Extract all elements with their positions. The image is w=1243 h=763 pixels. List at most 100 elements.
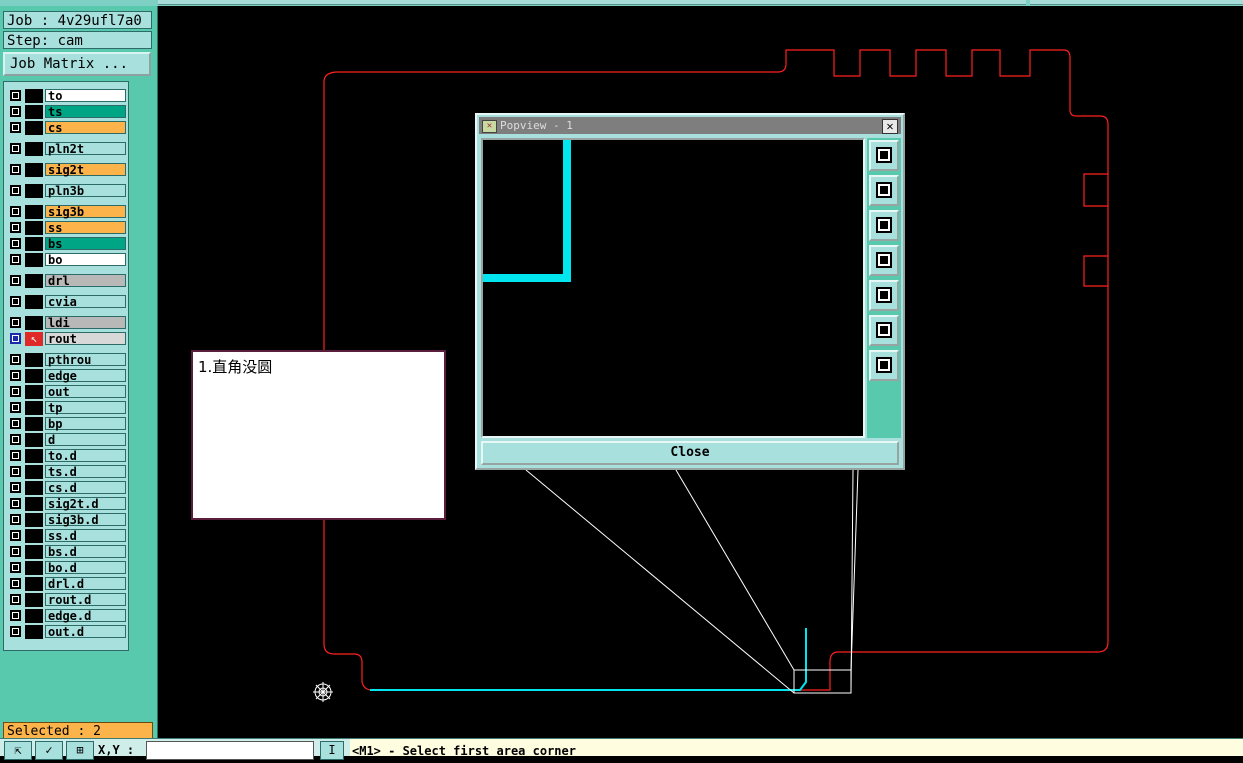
layer-name[interactable]: pln2t xyxy=(45,142,126,156)
layer-name[interactable]: out xyxy=(45,385,126,399)
layer-row-to-d[interactable]: to.d xyxy=(7,449,127,463)
layer-affect-box[interactable] xyxy=(25,221,43,235)
layer-row-sig3b[interactable]: sig3b xyxy=(7,205,127,219)
layer-checkbox[interactable] xyxy=(10,546,21,557)
layer-affect-box[interactable] xyxy=(25,253,43,267)
layer-name[interactable]: out.d xyxy=(45,625,126,639)
layer-affect-box[interactable] xyxy=(25,545,43,559)
layer-row-ss-d[interactable]: ss.d xyxy=(7,529,127,543)
layer-row-tp[interactable]: tp xyxy=(7,401,127,415)
layer-row-ss[interactable]: ss xyxy=(7,221,127,235)
layer-row-bo-d[interactable]: bo.d xyxy=(7,561,127,575)
layer-name[interactable]: sig2t.d xyxy=(45,497,126,511)
layer-name[interactable]: d xyxy=(45,433,126,447)
layer-row-out-d[interactable]: out.d xyxy=(7,625,127,639)
layer-affect-box[interactable] xyxy=(25,481,43,495)
popview-close-button[interactable]: Close xyxy=(481,441,899,465)
layer-name[interactable]: tp xyxy=(45,401,126,415)
layer-affect-box[interactable] xyxy=(25,417,43,431)
layer-name[interactable]: ts xyxy=(45,105,126,119)
layer-checkbox[interactable] xyxy=(10,143,21,154)
layer-affect-box[interactable] xyxy=(25,513,43,527)
layer-checkbox[interactable] xyxy=(10,296,21,307)
layer-name[interactable]: sig2t xyxy=(45,163,126,177)
layer-checkbox[interactable] xyxy=(10,317,21,328)
layer-name[interactable]: bo xyxy=(45,253,126,267)
layer-row-edge[interactable]: edge xyxy=(7,369,127,383)
layer-checkbox[interactable] xyxy=(10,562,21,573)
layer-row-rout[interactable]: ↖ rout xyxy=(7,332,127,346)
layer-row-rout-d[interactable]: rout.d xyxy=(7,593,127,607)
layer-checkbox[interactable] xyxy=(10,386,21,397)
layer-name[interactable]: pthrou xyxy=(45,353,126,367)
layer-checkbox[interactable] xyxy=(10,402,21,413)
layer-name[interactable]: to.d xyxy=(45,449,126,463)
layer-affect-box[interactable] xyxy=(25,316,43,330)
check-icon[interactable]: ✓ xyxy=(35,741,63,760)
layer-name[interactable]: ts.d xyxy=(45,465,126,479)
layer-row-to[interactable]: to xyxy=(7,89,127,103)
pan-right-icon[interactable] xyxy=(869,280,899,311)
layer-checkbox[interactable] xyxy=(10,482,21,493)
layer-checkbox[interactable] xyxy=(10,238,21,249)
layer-row-bp[interactable]: bp xyxy=(7,417,127,431)
layer-checkbox[interactable] xyxy=(10,122,21,133)
layer-row-pln3b[interactable]: pln3b xyxy=(7,184,127,198)
layer-name[interactable]: ldi xyxy=(45,316,126,330)
layer-row-cvia[interactable]: cvia xyxy=(7,295,127,309)
layer-checkbox[interactable] xyxy=(10,275,21,286)
select-arrow-icon[interactable]: ⇱ xyxy=(4,741,32,760)
layer-name[interactable]: ss.d xyxy=(45,529,126,543)
layer-checkbox[interactable] xyxy=(10,594,21,605)
layer-affect-box[interactable] xyxy=(25,205,43,219)
layer-row-drl-d[interactable]: drl.d xyxy=(7,577,127,591)
layer-row-cs[interactable]: cs xyxy=(7,121,127,135)
layer-row-pln2t[interactable]: pln2t xyxy=(7,142,127,156)
layer-row-drl[interactable]: drl xyxy=(7,274,127,288)
layer-checkbox[interactable] xyxy=(10,206,21,217)
zoom-in-icon[interactable] xyxy=(869,315,899,346)
layer-name[interactable]: drl.d xyxy=(45,577,126,591)
layer-row-bs-d[interactable]: bs.d xyxy=(7,545,127,559)
layer-affect-box[interactable] xyxy=(25,497,43,511)
layer-checkbox[interactable] xyxy=(10,354,21,365)
layer-checkbox[interactable] xyxy=(10,106,21,117)
info-button[interactable]: I xyxy=(320,741,344,760)
layer-affect-box[interactable] xyxy=(25,577,43,591)
layer-affect-box[interactable] xyxy=(25,449,43,463)
layer-name[interactable]: bs.d xyxy=(45,545,126,559)
layer-checkbox[interactable] xyxy=(10,222,21,233)
layer-checkbox[interactable] xyxy=(10,164,21,175)
top-scrollbar-right[interactable] xyxy=(1030,0,1243,5)
layer-name[interactable]: ss xyxy=(45,221,126,235)
layer-affect-box[interactable] xyxy=(25,561,43,575)
layer-name[interactable]: bs xyxy=(45,237,126,251)
layer-affect-box[interactable] xyxy=(25,142,43,156)
layer-checkbox[interactable] xyxy=(10,626,21,637)
layer-name[interactable]: bp xyxy=(45,417,126,431)
layer-name[interactable]: edge.d xyxy=(45,609,126,623)
layer-checkbox[interactable] xyxy=(10,498,21,509)
zoom-fit-icon[interactable] xyxy=(869,140,899,171)
job-matrix-button[interactable]: Job Matrix ... xyxy=(3,52,151,76)
layer-row-sig2t[interactable]: sig2t xyxy=(7,163,127,177)
layer-checkbox[interactable] xyxy=(10,185,21,196)
layer-affect-box[interactable] xyxy=(25,237,43,251)
layer-affect-box[interactable] xyxy=(25,401,43,415)
layer-affect-box[interactable] xyxy=(25,274,43,288)
layer-list-scrollbar[interactable] xyxy=(128,81,154,649)
layer-checkbox[interactable] xyxy=(10,333,21,344)
layer-checkbox[interactable] xyxy=(10,466,21,477)
layer-checkbox[interactable] xyxy=(10,90,21,101)
layer-row-ldi[interactable]: ldi xyxy=(7,316,127,330)
layer-name[interactable]: edge xyxy=(45,369,126,383)
layer-affect-box[interactable] xyxy=(25,105,43,119)
layer-checkbox[interactable] xyxy=(10,418,21,429)
layer-name[interactable]: cvia xyxy=(45,295,126,309)
layer-name[interactable]: rout.d xyxy=(45,593,126,607)
layer-name[interactable]: pln3b xyxy=(45,184,126,198)
layer-row-d[interactable]: d xyxy=(7,433,127,447)
layer-checkbox[interactable] xyxy=(10,370,21,381)
layer-affect-box[interactable] xyxy=(25,609,43,623)
popview-titlebar[interactable]: ✕ Popview - 1 ✕ xyxy=(479,117,901,134)
